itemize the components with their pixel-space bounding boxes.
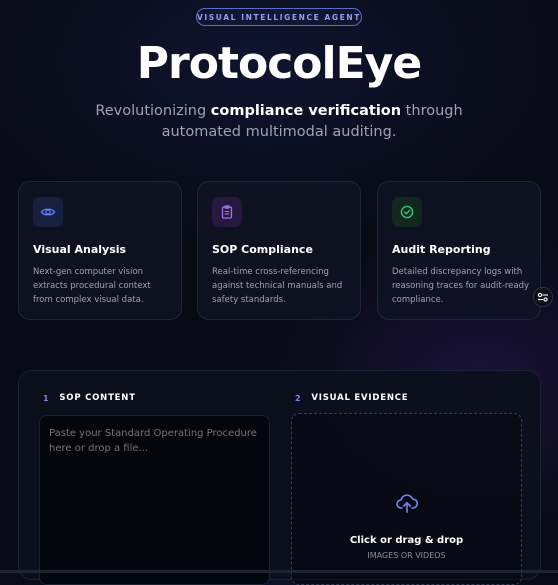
hero-badge: VISUAL INTELLIGENCE AGENT [196, 8, 362, 26]
clipboard-icon [212, 197, 242, 227]
eye-icon [33, 197, 63, 227]
dropzone-subtitle: IMAGES OR VIDEOS [367, 551, 446, 560]
page-title: ProtocolEye [136, 38, 422, 89]
evidence-section-header: 2 VISUAL EVIDENCE [295, 393, 408, 403]
feature-title: Audit Reporting [392, 243, 491, 256]
check-circle-icon [392, 197, 422, 227]
hero-subtitle: Revolutionizing compliance verification … [95, 103, 463, 140]
feature-card-sop-compliance: SOP Compliance Real-time cross-referenci… [197, 181, 361, 320]
sliders-icon [537, 292, 548, 302]
feature-title: SOP Compliance [212, 243, 313, 256]
sop-section-header: 1 SOP CONTENT [43, 393, 136, 403]
audit-input-panel: 1 SOP CONTENT 2 VISUAL EVIDENCE Click or… [18, 370, 541, 585]
feature-description: Detailed discrepancy logs with reasoning… [392, 267, 529, 305]
feature-card-audit-reporting: Audit Reporting Detailed discrepancy log… [377, 181, 541, 320]
section-label: VISUAL EVIDENCE [311, 393, 409, 403]
step-number: 1 [43, 393, 50, 403]
upload-cloud-icon [396, 494, 419, 513]
feature-title: Visual Analysis [33, 243, 127, 256]
section-label: SOP CONTENT [59, 393, 136, 403]
step-number: 2 [295, 393, 302, 403]
feature-card-visual-analysis: Visual Analysis Next-gen computer vision… [18, 181, 182, 320]
feature-description: Real-time cross-referencing against tech… [212, 267, 343, 305]
visual-evidence-dropzone[interactable]: Click or drag & drop IMAGES OR VIDEOS [291, 413, 522, 585]
floating-settings-button[interactable] [533, 287, 553, 307]
dropzone-title: Click or drag & drop [349, 535, 464, 546]
sop-content-input[interactable] [39, 415, 270, 585]
feature-description: Next-gen computer vision extracts proced… [33, 267, 151, 305]
